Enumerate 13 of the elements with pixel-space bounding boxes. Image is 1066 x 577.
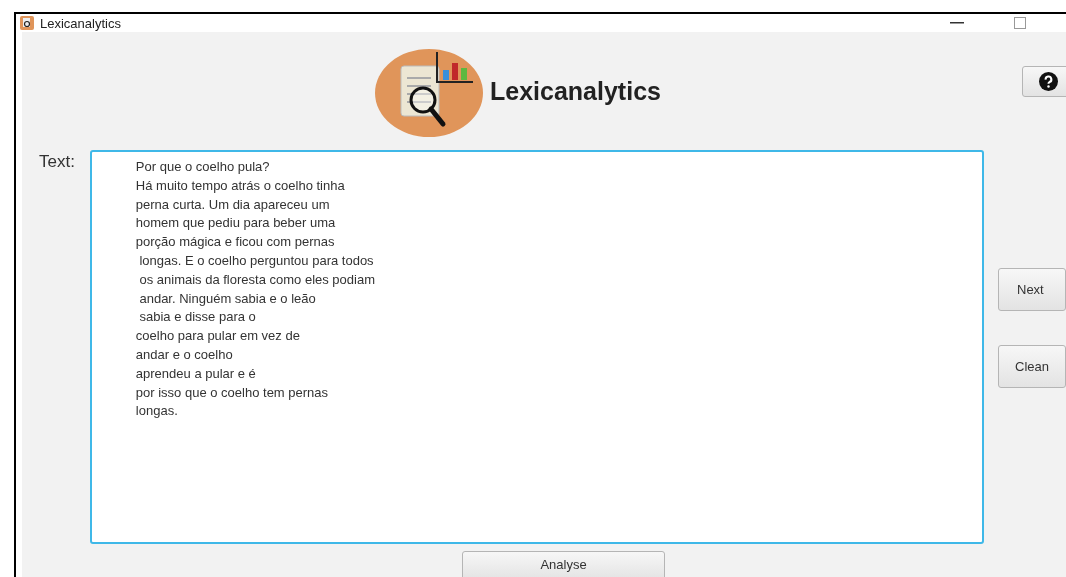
action-button[interactable]: Clean: [998, 345, 1066, 388]
app-icon: [20, 16, 34, 30]
help-icon: [1039, 72, 1058, 91]
text-label: Text:: [38, 152, 76, 172]
minimize-icon[interactable]: [950, 21, 964, 25]
help-button[interactable]: [1022, 66, 1066, 97]
action-button[interactable]: Next: [998, 268, 1066, 311]
analyse-button[interactable]: Analyse: [462, 551, 665, 577]
app-title: Lexicanalytics: [490, 76, 661, 106]
window-title: Lexicanalytics: [40, 15, 121, 31]
magnifier-document-logo-icon: [374, 48, 484, 138]
maximize-icon[interactable]: [1014, 17, 1026, 29]
text-input-field[interactable]: Por que o coelho pula? Há muito tempo atrás o coelho tinha perna curta. Um dia apareceu um homem que pediu para beber uma porção mágica e ficou com pernas longas. E o coelho perguntou para todos os animais da floresta como eles podiam andar. Ninguém sabia e o leão sabia e disse para o coelho para pular em vez de andar e o coelho aprendeu a pular e é por isso que o coelho tem pernas longas.: [89, 150, 984, 544]
